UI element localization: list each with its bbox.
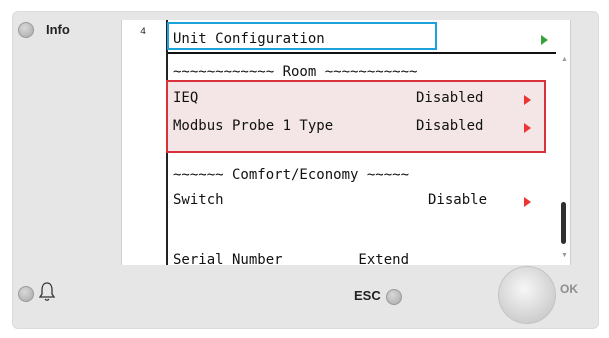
title-arrow-icon[interactable]	[541, 35, 548, 45]
row-modbus-arrow-icon[interactable]	[524, 123, 531, 133]
screen-title: Unit Configuration	[173, 31, 325, 47]
esc-label[interactable]: ESC	[354, 288, 381, 303]
scroll-thumb[interactable]	[561, 202, 566, 244]
display-screen: 4 Unit Configuration ~~~~~~~~~~~~ Room ~…	[121, 20, 571, 265]
row-ieq-value[interactable]: Disabled	[416, 90, 483, 106]
selection-highlight	[166, 80, 546, 153]
ok-label: OK	[560, 282, 578, 296]
row-modbus-value[interactable]: Disabled	[416, 118, 483, 134]
row-switch-arrow-icon[interactable]	[524, 197, 531, 207]
row-ieq-label[interactable]: IEQ	[173, 90, 198, 106]
info-led-icon	[18, 22, 34, 38]
section-heading-room: ~~~~~~~~~~~~ Room ~~~~~~~~~~~	[173, 64, 418, 80]
ok-knob[interactable]	[498, 266, 556, 324]
row-modbus-label[interactable]: Modbus Probe 1 Type	[173, 118, 333, 134]
bell-icon[interactable]	[38, 281, 56, 303]
page-number: 4	[140, 27, 147, 38]
row-ieq-arrow-icon[interactable]	[524, 95, 531, 105]
scroll-up-icon[interactable]: ▲	[561, 56, 568, 63]
row-switch-value[interactable]: Disable	[428, 192, 487, 208]
info-label: Info	[46, 22, 70, 37]
row-switch-label[interactable]: Switch	[173, 192, 224, 208]
row-partial: Serial Number Extend	[173, 252, 410, 265]
alarm-led-icon	[18, 286, 34, 302]
scrollbar[interactable]: ▲ ▼	[558, 56, 568, 262]
scroll-down-icon[interactable]: ▼	[561, 252, 568, 259]
esc-led-icon[interactable]	[386, 289, 402, 305]
title-divider	[168, 52, 556, 54]
section-heading-comfort: ~~~~~~ Comfort/Economy ~~~~~	[173, 167, 410, 183]
